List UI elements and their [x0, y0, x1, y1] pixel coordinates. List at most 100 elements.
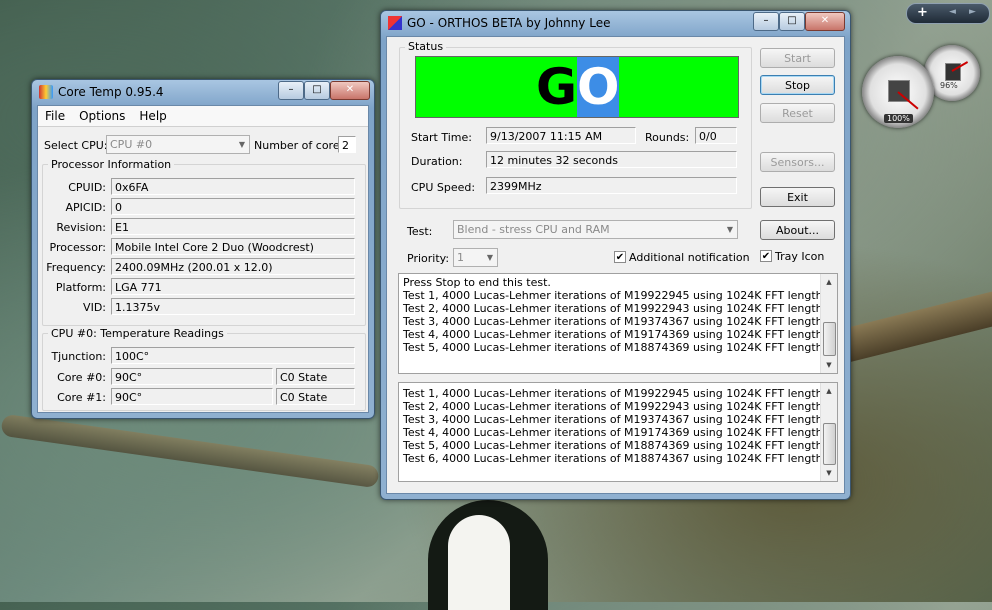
scroll-thumb[interactable]: [823, 322, 836, 356]
scroll-down-icon[interactable]: ▼: [821, 357, 837, 373]
sidebar-toolbar: + ◄ ►: [906, 3, 990, 24]
chevron-down-icon: ▼: [486, 253, 493, 262]
go-status-display: GO: [415, 56, 739, 118]
core0-temp: 90C°: [111, 368, 273, 385]
log-line: Test 1, 4000 Lucas-Lehmer iterations of …: [403, 387, 827, 400]
coretemp-client: File Options Help Select CPU: CPU #0 ▼ Num…: [37, 105, 369, 413]
duration-value: 12 minutes 32 seconds: [486, 151, 737, 168]
num-cores-value: 2: [338, 136, 356, 153]
cpuid-value: 0x6FA: [111, 178, 355, 195]
next-button[interactable]: ►: [969, 7, 976, 17]
vid-label: VID:: [83, 301, 106, 314]
coretemp-titlebar[interactable]: Core Temp 0.95.4 – □ ✕: [32, 80, 374, 104]
close-icon[interactable]: ✕: [330, 81, 370, 100]
cpu-speed-label: CPU Speed:: [411, 181, 476, 194]
apicid-label: APICID:: [65, 201, 106, 214]
results-log-scrollbar[interactable]: ▲ ▼: [820, 383, 837, 481]
log-line: Test 6, 4000 Lucas-Lehmer iterations of …: [403, 452, 827, 465]
status-log-scrollbar[interactable]: ▲ ▼: [820, 274, 837, 373]
log-line: Test 3, 4000 Lucas-Lehmer iterations of …: [403, 413, 827, 426]
coretemp-window: Core Temp 0.95.4 – □ ✕ File Options Help S…: [31, 79, 375, 419]
go-letters: GO: [536, 57, 620, 117]
orthos-window: GO - ORTHOS BETA by Johnny Lee – □ ✕ Sta…: [380, 10, 851, 500]
scroll-up-icon[interactable]: ▲: [821, 383, 837, 399]
core1-label: Core #1:: [57, 391, 106, 404]
minimize-icon[interactable]: –: [278, 81, 304, 100]
select-cpu-dropdown[interactable]: CPU #0 ▼: [106, 135, 250, 154]
rounds-label: Rounds:: [645, 131, 690, 144]
orthos-title: GO - ORTHOS BETA by Johnny Lee: [407, 16, 611, 30]
frequency-value: 2400.09MHz (200.01 x 12.0): [111, 258, 355, 275]
about-button[interactable]: About...: [760, 220, 835, 240]
prev-button[interactable]: ◄: [949, 7, 956, 17]
orthos-titlebar[interactable]: GO - ORTHOS BETA by Johnny Lee – □ ✕: [381, 11, 850, 35]
reset-button[interactable]: Reset: [760, 103, 835, 123]
core0-state: C0 State: [276, 368, 355, 385]
add-gadget-button[interactable]: +: [917, 5, 928, 20]
coretemp-title: Core Temp 0.95.4: [58, 85, 164, 99]
priority-dropdown[interactable]: 1 ▼: [453, 248, 498, 267]
start-time-value: 9/13/2007 11:15 AM: [486, 127, 636, 144]
go-letter-o: O: [577, 57, 620, 117]
log-line: Test 5, 4000 Lucas-Lehmer iterations of …: [403, 341, 827, 354]
chevron-down-icon: ▼: [238, 140, 245, 149]
cpu-gauge: 100%: [862, 56, 934, 128]
frequency-label: Frequency:: [46, 261, 106, 274]
maximize-icon[interactable]: □: [779, 12, 805, 31]
tjunction-label: Tjunction:: [51, 350, 106, 363]
cpu-speed-value: 2399MHz: [486, 177, 737, 194]
log-line: Test 2, 4000 Lucas-Lehmer iterations of …: [403, 302, 827, 315]
scroll-thumb[interactable]: [823, 423, 836, 465]
additional-notification-checkbox[interactable]: ✔: [614, 251, 626, 263]
temperature-title: CPU #0: Temperature Readings: [48, 327, 227, 340]
chevron-down-icon: ▼: [726, 225, 733, 234]
log-line: Test 5, 4000 Lucas-Lehmer iterations of …: [403, 439, 827, 452]
priority-label: Priority:: [407, 252, 450, 265]
processor-value: Mobile Intel Core 2 Duo (Woodcrest): [111, 238, 355, 255]
menu-help[interactable]: Help: [132, 106, 173, 126]
scroll-up-icon[interactable]: ▲: [821, 274, 837, 290]
test-dropdown[interactable]: Blend - stress CPU and RAM ▼: [453, 220, 738, 239]
core0-label: Core #0:: [57, 371, 106, 384]
log-line: Test 4, 4000 Lucas-Lehmer iterations of …: [403, 426, 827, 439]
orthos-client: Status GO Start Time: 9/13/2007 11:15 AM…: [386, 36, 845, 494]
start-button[interactable]: Start: [760, 48, 835, 68]
exit-button[interactable]: Exit: [760, 187, 835, 207]
log-line: Test 3, 4000 Lucas-Lehmer iterations of …: [403, 315, 827, 328]
results-log[interactable]: Test 1, 4000 Lucas-Lehmer iterations of …: [398, 382, 838, 482]
log-line: Press Stop to end this test.: [403, 276, 551, 289]
core1-state: C0 State: [276, 388, 355, 405]
platform-label: Platform:: [55, 281, 106, 294]
scroll-down-icon[interactable]: ▼: [821, 465, 837, 481]
sensors-button[interactable]: Sensors...: [760, 152, 835, 172]
menu-bar: File Options Help: [38, 106, 368, 127]
orthos-app-icon: [388, 16, 402, 30]
menu-file[interactable]: File: [38, 106, 72, 126]
rounds-value: 0/0: [695, 127, 737, 144]
log-line: Test 4, 4000 Lucas-Lehmer iterations of …: [403, 328, 827, 341]
core1-temp: 90C°: [111, 388, 273, 405]
stop-button[interactable]: Stop: [760, 75, 835, 95]
platform-value: LGA 771: [111, 278, 355, 295]
vid-value: 1.1375v: [111, 298, 355, 315]
cpu-percent: 100%: [884, 114, 913, 123]
log-line: Test 2, 4000 Lucas-Lehmer iterations of …: [403, 400, 827, 413]
additional-notification-label: Additional notification: [629, 251, 750, 264]
maximize-icon[interactable]: □: [304, 81, 330, 100]
revision-label: Revision:: [56, 221, 106, 234]
num-cores-label: Number of cores: [254, 139, 346, 152]
minimize-icon[interactable]: –: [753, 12, 779, 31]
menu-options[interactable]: Options: [72, 106, 132, 126]
tray-icon-checkbox[interactable]: ✔: [760, 250, 772, 262]
cpuid-label: CPUID:: [68, 181, 106, 194]
log-line: Test 1, 4000 Lucas-Lehmer iterations of …: [403, 289, 827, 302]
select-cpu-value: CPU #0: [110, 138, 153, 151]
priority-value: 1: [457, 251, 464, 264]
status-title: Status: [405, 40, 447, 53]
test-label: Test:: [407, 225, 433, 238]
close-icon[interactable]: ✕: [805, 12, 845, 31]
processor-info-title: Processor Information: [48, 158, 175, 171]
status-log[interactable]: Press Stop to end this test. Test 1, 400…: [398, 273, 838, 374]
select-cpu-label: Select CPU:: [44, 139, 108, 152]
tray-icon-label: Tray Icon: [775, 250, 825, 263]
